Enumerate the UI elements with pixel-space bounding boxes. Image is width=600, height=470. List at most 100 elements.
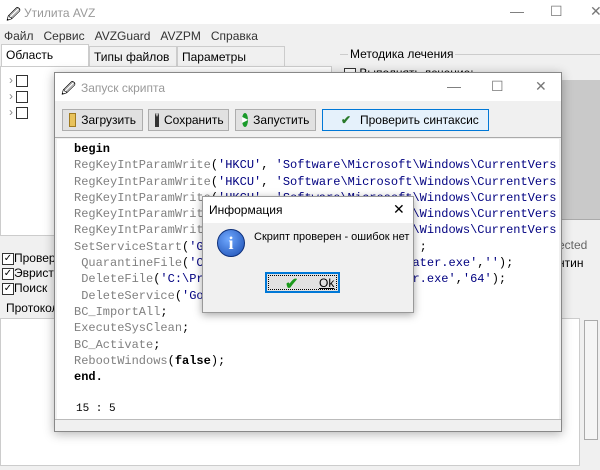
check-syntax-icon: ✔ — [341, 113, 352, 127]
menu-avzguard[interactable]: AVZGuard — [95, 29, 151, 43]
code-token: 'HKCU' — [218, 158, 262, 173]
menu-service[interactable]: Сервис — [44, 29, 85, 43]
treatment-group-title: Методика лечения — [348, 47, 456, 61]
option-checkbox[interactable]: Провер — [2, 251, 56, 265]
code-token: 'C:\Pr — [160, 272, 204, 287]
code-token: 'Go — [182, 288, 204, 303]
folder-open-icon — [69, 113, 77, 127]
cursor-position: 15 : 5 — [76, 403, 116, 415]
info-dialog-title-bar: Информация ✕ — [203, 197, 413, 223]
code-token: ( — [210, 158, 219, 173]
tab-search-area[interactable]: Область поиска — [1, 44, 89, 76]
minimize-button[interactable]: — — [510, 3, 524, 19]
code-token: ; — [153, 337, 161, 352]
save-label: Сохранить — [164, 113, 224, 127]
code-token: ); — [210, 353, 226, 368]
code-token: ( — [210, 174, 219, 189]
code-token: DeleteFile — [74, 272, 154, 287]
info-icon: i — [217, 229, 245, 257]
tree-expand-icon[interactable]: › — [9, 105, 29, 119]
code-token: BC_ImportAll — [74, 304, 161, 319]
code-line: ExecuteSysClean; — [74, 320, 559, 336]
save-button[interactable]: Сохранить — [148, 109, 229, 131]
floppy-disk-icon — [155, 113, 159, 127]
code-token: QuarantineFile — [74, 256, 183, 271]
code-line: RebootWindows(false); — [74, 353, 559, 369]
main-window-title: Утилита AVZ — [24, 6, 96, 20]
code-token: DeleteService — [74, 288, 175, 303]
code-token: ); — [491, 272, 507, 287]
option-checkbox[interactable]: Эврист — [2, 266, 54, 280]
code-line: RegKeyIntParamWrite('HKCU', 'Software\Mi… — [74, 174, 559, 190]
code-line: BC_Activate; — [74, 337, 559, 353]
maximize-button[interactable]: ☐ — [550, 3, 563, 20]
tab-file-types[interactable]: Типы файлов — [89, 46, 177, 66]
code-token: begin — [74, 142, 111, 156]
code-token: RebootWindows — [74, 353, 168, 368]
close-button[interactable]: ✕ — [590, 3, 600, 20]
option-label: Эврист — [14, 266, 54, 280]
check-syntax-label: Проверить синтаксис — [360, 113, 479, 127]
code-token: RegKeyIntParamWrite — [74, 174, 211, 189]
script-title-bar: 🖉 Запуск скрипта — ☐ ✕ — [55, 73, 561, 101]
play-icon: ▶ — [242, 113, 249, 127]
option-label: Провер — [14, 251, 56, 265]
right-fragment: ected — [558, 238, 588, 252]
code-line: RegKeyIntParamWrite('HKCU', 'Software\Mi… — [74, 157, 559, 173]
load-button[interactable]: Загрузить — [62, 109, 143, 131]
run-button[interactable]: ▶ Запустить — [235, 109, 316, 131]
checkmark-icon: ✔ — [285, 276, 299, 293]
maximize-button[interactable]: ☐ — [491, 78, 504, 95]
code-token: , — [477, 256, 485, 271]
menu-file[interactable]: Файл — [4, 29, 34, 43]
check-syntax-button[interactable]: ✔ Проверить синтаксис — [322, 109, 489, 131]
code-token: ( — [174, 288, 183, 303]
ok-label: Ok — [319, 276, 335, 290]
menu-help[interactable]: Справка — [211, 29, 258, 43]
close-button[interactable]: ✕ — [535, 78, 547, 95]
tree-expand-icon[interactable]: › — [9, 89, 29, 103]
code-token: ; — [182, 321, 190, 336]
close-button[interactable]: ✕ — [393, 201, 405, 218]
code-token: RegKeyIntParamWrite — [74, 190, 211, 205]
code-token: , — [455, 272, 463, 287]
code-token: false — [174, 353, 211, 368]
avz-logo-icon: 🖉 — [61, 80, 76, 96]
minimize-button[interactable]: — — [447, 78, 461, 94]
code-token: end. — [74, 370, 103, 385]
code-token: RegKeyIntParamWrit — [74, 207, 204, 222]
main-title-bar: 🖉 Утилита AVZ — ☐ ✕ — [0, 0, 600, 24]
code-token: '64' — [462, 272, 492, 287]
toolbar-divider — [55, 137, 561, 138]
menu-bar: Файл Сервис AVZGuard AVZPM Справка — [4, 29, 268, 43]
run-label: Запустить — [253, 113, 310, 127]
code-token: SetServiceStart — [74, 239, 183, 254]
code-token: 'Software\Microsoft\Windows\CurrentVers — [275, 158, 557, 173]
code-token: RegKeyIntParamWrit — [74, 223, 204, 238]
code-token: '' — [484, 256, 499, 271]
option-label: Поиск — [14, 281, 48, 295]
code-token: , — [261, 158, 276, 173]
code-token: ); — [498, 256, 514, 271]
code-line: end. — [74, 369, 559, 385]
option-checkbox[interactable]: Поиск — [2, 281, 47, 295]
code-token: , — [261, 174, 276, 189]
info-message: Скрипт проверен - ошибок нет — [254, 231, 410, 243]
info-dialog-title: Информация — [209, 203, 283, 217]
tree-expand-icon[interactable]: › — [9, 73, 29, 87]
script-window-title: Запуск скрипта — [81, 81, 166, 95]
tab-log[interactable]: Протокол — [6, 301, 59, 315]
menu-avzpm[interactable]: AVZPM — [160, 29, 200, 43]
code-line: begin — [74, 141, 559, 157]
code-token: 'HKCU' — [218, 174, 262, 189]
tab-search-params[interactable]: Параметры поиска — [177, 46, 285, 78]
status-bar — [55, 419, 561, 431]
load-label: Загрузить — [81, 113, 136, 127]
avz-logo-icon: 🖉 — [6, 6, 21, 22]
right-panel-strip — [560, 80, 600, 220]
side-buttons — [584, 320, 598, 440]
code-token: ( — [167, 353, 175, 368]
ok-button[interactable]: ✔ Ok — [265, 272, 340, 293]
code-token: BC_Activate — [74, 337, 154, 352]
code-token: 'Software\Microsoft\Windows\CurrentVers — [275, 174, 557, 189]
